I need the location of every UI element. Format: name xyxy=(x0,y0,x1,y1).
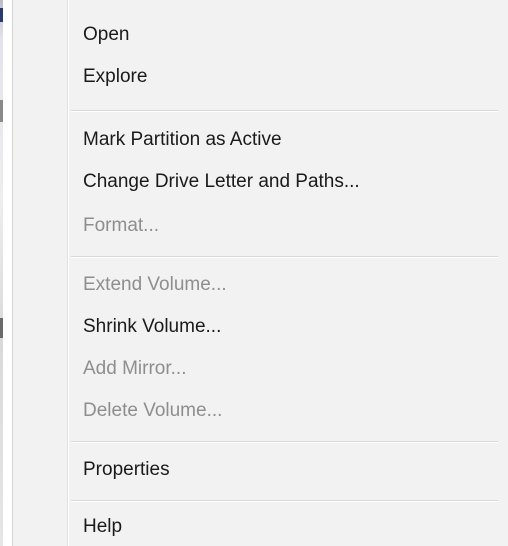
menu-item-add-mirror[interactable]: Add Mirror... xyxy=(83,352,186,386)
menu-item-format[interactable]: Format... xyxy=(83,209,159,243)
menu-separator xyxy=(71,441,498,443)
menu-item-delete-volume[interactable]: Delete Volume... xyxy=(83,394,222,428)
menu-separator xyxy=(71,256,498,258)
menu-item-help[interactable]: Help xyxy=(83,510,122,544)
screen: Open Explore Mark Partition as Active Ch… xyxy=(0,0,508,546)
menu-item-extend-volume[interactable]: Extend Volume... xyxy=(83,268,227,302)
background-window-mark xyxy=(0,100,3,122)
menu-separator xyxy=(71,110,498,112)
menu-separator xyxy=(71,500,498,502)
menu-item-open[interactable]: Open xyxy=(83,18,129,52)
menu-icon-gutter xyxy=(13,0,68,546)
menu-item-change-drive-letter[interactable]: Change Drive Letter and Paths... xyxy=(83,165,360,199)
background-window-mark xyxy=(0,8,3,22)
background-window-mark xyxy=(0,318,3,338)
menu-item-mark-partition-active[interactable]: Mark Partition as Active xyxy=(83,123,282,157)
menu-item-properties[interactable]: Properties xyxy=(83,453,170,487)
background-window-edge xyxy=(0,0,3,546)
menu-item-explore[interactable]: Explore xyxy=(83,60,147,94)
menu-item-shrink-volume[interactable]: Shrink Volume... xyxy=(83,310,221,344)
context-menu: Open Explore Mark Partition as Active Ch… xyxy=(12,0,508,546)
